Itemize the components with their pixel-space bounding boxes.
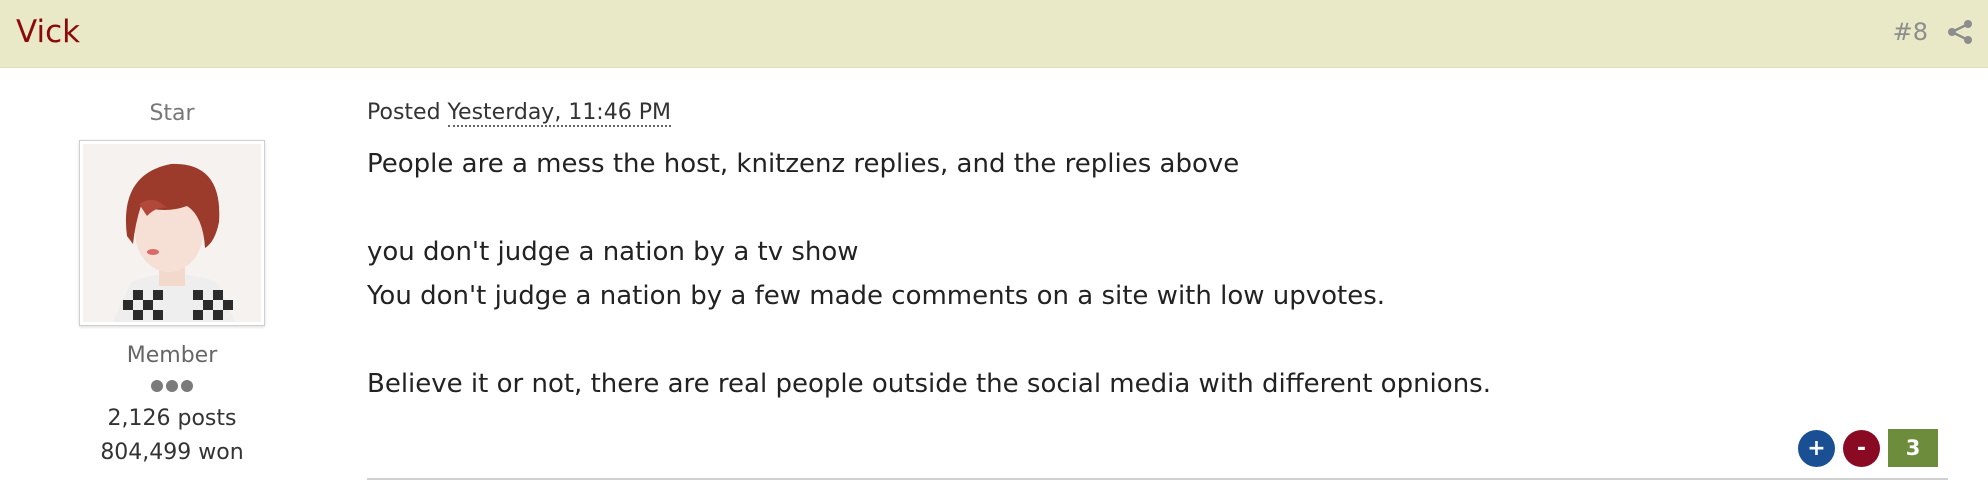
rank-pip <box>166 380 178 392</box>
post-line: Believe it or not, there are real people… <box>367 369 1491 399</box>
post-line: You don't judge a nation by a few made c… <box>367 281 1386 311</box>
reputation-up-button[interactable]: + <box>1798 429 1835 467</box>
rank-pips <box>70 376 274 396</box>
post-count: 2,126 posts <box>107 406 237 431</box>
won-count: 804,499 won <box>100 440 244 465</box>
forum-post: Vick #8 Star Member 2,126 posts 804,499 … <box>0 0 1988 498</box>
share-icon[interactable] <box>1946 18 1974 46</box>
author-info-panel: Star Member 2,126 posts 804,499 won <box>70 68 274 470</box>
post-line <box>367 186 1947 230</box>
posted-date: Yesterday, 11:46 PM <box>447 100 671 127</box>
reputation-controls: + - 3 <box>1798 428 1938 468</box>
reputation-down-button[interactable]: - <box>1843 429 1880 467</box>
reputation-count: 3 <box>1888 429 1938 467</box>
post-header: Vick #8 <box>0 0 1988 68</box>
post-divider <box>367 478 1948 480</box>
posted-prefix: Posted <box>367 100 441 125</box>
avatar[interactable] <box>79 140 265 326</box>
post-number-link[interactable]: #8 <box>1893 16 1928 48</box>
posted-line: Posted Yesterday, 11:46 PM <box>367 98 1947 128</box>
rank-pip <box>151 380 163 392</box>
author-title: Star <box>149 101 195 126</box>
member-group: Member <box>126 343 218 368</box>
author-name-link[interactable]: Vick <box>16 12 80 52</box>
post-line <box>367 318 1947 362</box>
post-content: Posted Yesterday, 11:46 PM People are a … <box>367 68 1947 406</box>
post-line: People are a mess the host, knitzenz rep… <box>367 149 1240 179</box>
post-body: People are a mess the host, knitzenz rep… <box>367 142 1947 406</box>
rank-pip <box>181 380 193 392</box>
post-line: you don't judge a nation by a tv show <box>367 237 859 267</box>
